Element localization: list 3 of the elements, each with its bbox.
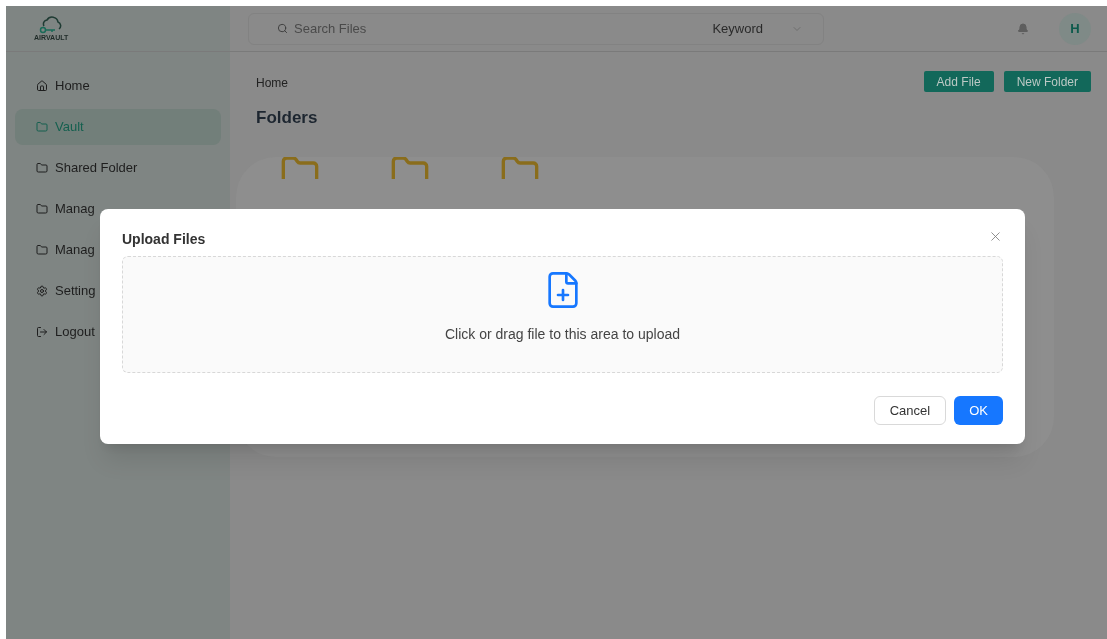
dropzone-text: Click or drag file to this area to upload xyxy=(445,325,680,344)
section-title: Folders xyxy=(256,107,318,129)
dialog-title: Upload Files xyxy=(122,230,206,249)
